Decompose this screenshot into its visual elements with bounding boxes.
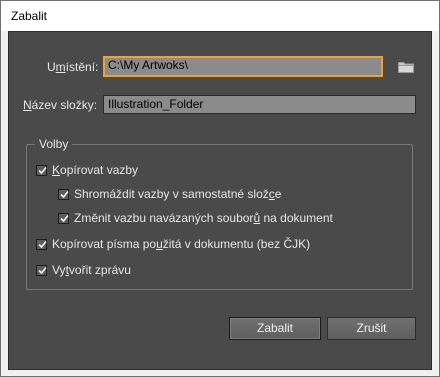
checkmark-icon <box>38 166 47 174</box>
checkmark-icon <box>38 240 47 248</box>
checkbox-box[interactable] <box>58 212 69 224</box>
folder-icon[interactable] <box>398 61 414 73</box>
checkbox-label: Shromáždit vazby v samostatné složce <box>74 187 282 201</box>
location-label: Umístění: <box>47 60 99 74</box>
checkbox-label: Kopírovat vazby <box>52 163 139 177</box>
checkbox-collect-links[interactable]: Shromáždit vazby v samostatné složce <box>58 187 281 201</box>
folder-name-input[interactable]: Illustration_Folder <box>103 95 416 114</box>
options-group-label: Volby <box>35 137 73 151</box>
package-button[interactable]: Zabalit <box>229 317 321 340</box>
checkbox-copy-links[interactable]: Kopírovat vazby <box>36 163 138 177</box>
checkbox-label: Změnit vazbu navázaných souborů na dokum… <box>74 211 333 225</box>
checkbox-label: Vytvořit zprávu <box>52 263 131 277</box>
cancel-button[interactable]: Zrušit <box>327 317 416 340</box>
checkbox-relink-files[interactable]: Změnit vazbu navázaných souborů na dokum… <box>58 211 333 225</box>
checkbox-box[interactable] <box>36 264 47 276</box>
checkbox-create-report[interactable]: Vytvořit zprávu <box>36 263 131 277</box>
checkmark-icon <box>60 190 69 198</box>
folder-name-label: Název složky: <box>23 98 98 112</box>
dialog-body: Umístění: C:\My Artwoks\ Název složky: I… <box>8 31 432 370</box>
checkbox-box[interactable] <box>58 188 69 200</box>
checkbox-box[interactable] <box>36 164 47 176</box>
window-title: Zabalit <box>11 9 48 23</box>
checkbox-label: Kopírovat písma použitá v dokumentu (bez… <box>52 237 311 251</box>
checkmark-icon <box>60 214 69 222</box>
checkbox-copy-fonts[interactable]: Kopírovat písma použitá v dokumentu (bez… <box>36 237 310 251</box>
package-dialog: Zabalit Umístění: C:\My Artwoks\ Název s… <box>0 0 440 377</box>
checkbox-box[interactable] <box>36 238 47 250</box>
checkmark-icon <box>38 266 47 274</box>
location-input[interactable]: C:\My Artwoks\ <box>103 56 383 77</box>
title-bar[interactable]: Zabalit <box>1 1 439 31</box>
